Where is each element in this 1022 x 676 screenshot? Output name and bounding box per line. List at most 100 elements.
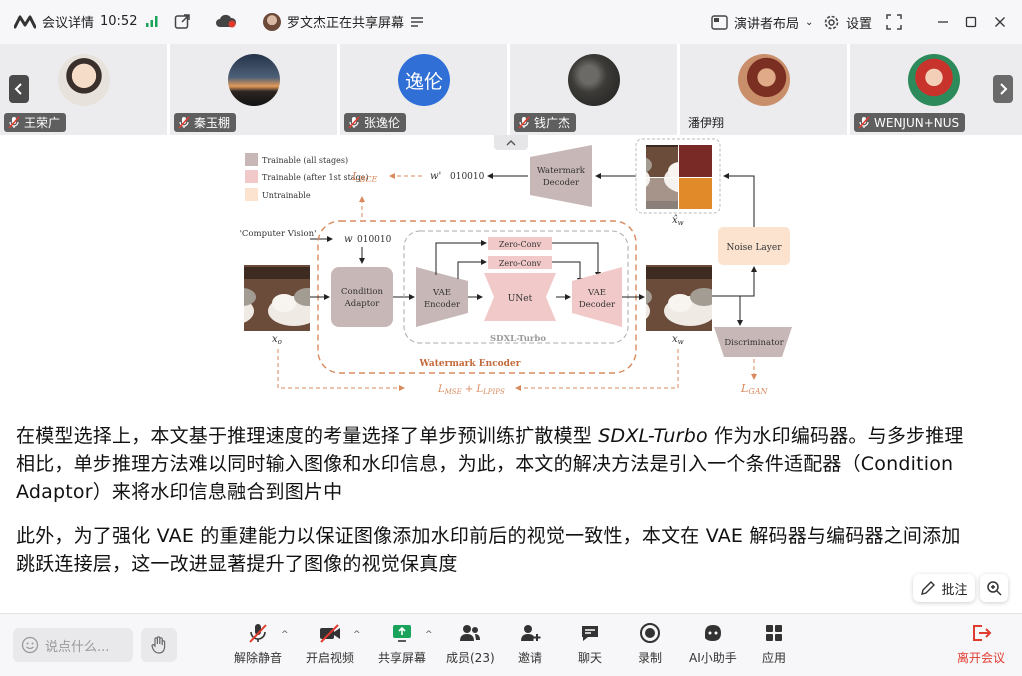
participant-tile[interactable]: 潘伊翔 [680,44,847,135]
sharing-status-label: 罗文杰正在共享屏幕 [287,16,405,31]
mic-muted-icon [249,624,267,643]
participant-tile[interactable]: 钱广杰 [510,44,677,135]
participant-strip: 王荣广 秦玉棚 逸伦 张逸伦 钱广杰 潘伊翔 WENJUN+NUS [0,44,1022,135]
layout-dropdown[interactable]: 演讲者布局 ⌄ [711,13,813,32]
start-video-button[interactable]: 开启视频 [306,620,354,666]
ai-assistant-icon [704,625,721,641]
legend-swatch-trainable-all [245,153,258,166]
participant-name: 王荣广 [24,116,61,130]
leave-meeting-label: 离开会议 [957,651,1006,665]
members-icon [460,625,481,641]
participant-name: WENJUN+NUS [874,115,960,130]
close-icon[interactable] [988,10,1012,34]
apps-label: 应用 [761,651,786,665]
members-button[interactable]: 成员(23) [446,620,495,666]
chevron-down-icon: ⌄ [805,17,814,28]
zoom-button[interactable] [980,574,1008,602]
watermark-decoder-block [530,145,592,207]
vae-encoder-label-2: Encoder [424,300,461,310]
avatar [738,54,790,106]
meeting-details-button[interactable]: 会议详情 [14,12,94,31]
bottom-toolbar: 说点什么... 解除静音 ^ 开启视频 ^ 共享屏幕 ^ 成员(23) 邀请 聊… [0,613,1022,676]
chevron-left-icon [14,83,22,95]
w-prime-label: w' [430,171,441,182]
participant-tile[interactable]: 逸伦 张逸伦 [340,44,507,135]
participant-nametag: 张逸伦 [344,113,407,132]
settings-button[interactable]: 设置 [823,13,872,32]
chevron-right-icon [1000,83,1008,95]
vae-decoder-label-1: VAE [587,288,606,298]
start-video-label: 开启视频 [306,651,355,665]
participant-name: 潘伊翔 [688,116,725,130]
unmute-button[interactable]: 解除静音 [234,620,282,666]
x-hat-w-label: x̂w [672,215,684,227]
chat-button[interactable]: 聊天 [577,620,603,666]
paragraph-1-line-1: 在模型选择上，本文基于推理速度的考量选择了单步预训练扩散模型 SDXL-Turb… [16,422,964,450]
watermark-encoder-label: Watermark Encoder [419,359,521,369]
camera-off-icon [320,624,340,643]
mic-muted-icon [178,116,190,129]
avatar-text: 逸伦 [404,70,443,93]
minimize-icon[interactable] [931,10,955,34]
emoji-icon [21,636,39,654]
ai-assistant-button[interactable]: AI小助手 [689,620,737,666]
participant-name: 秦玉棚 [194,116,231,130]
chevron-up-icon[interactable]: ^ [425,630,433,640]
participant-nametag: WENJUN+NUS [854,113,966,132]
chat-input[interactable]: 说点什么... [13,628,133,662]
participant-tile[interactable]: 秦玉棚 [170,44,337,135]
emphasis-text: SDXL-Turbo [598,425,708,447]
maximize-icon[interactable] [959,10,983,34]
noised-image [679,178,712,209]
legend-swatch-untrainable [245,188,258,201]
zero-conv-label: Zero-Conv [499,259,542,268]
shared-screen: Trainable (all stages) Trainable (after … [0,135,1022,613]
avatar [908,54,960,106]
paragraph-1: 在模型选择上，本文基于推理速度的考量选择了单步预训练扩散模型 SDXL-Turb… [16,422,964,506]
share-screen-button[interactable]: 共享屏幕 [378,620,426,666]
scroll-right-button[interactable] [993,75,1013,103]
chevron-up-icon[interactable]: ^ [353,630,361,640]
paragraph-2-line-1: 此外，为了强化 VAE 的重建能力以保证图像添加水印前后的视觉一致性，本文在 V… [16,525,961,547]
scroll-left-button[interactable] [9,75,29,103]
layout-icon [711,15,728,30]
members-label: 成员(23) [446,651,495,665]
signal-icon[interactable] [145,14,159,28]
chat-icon [582,626,598,641]
w-label: w [344,234,353,245]
raise-hand-button[interactable] [141,628,177,662]
legend-trainable-all: Trainable (all stages) [262,156,348,165]
noise-layer-label: Noise Layer [726,243,782,253]
pen-icon [921,581,936,595]
vae-encoder-label-1: VAE [432,288,451,298]
tencent-meeting-logo-icon [14,15,36,28]
share-screen-icon [393,625,411,642]
ai-assistant-label: AI小助手 [689,651,737,665]
settings-label: 设置 [846,17,873,32]
vae-decoder-label-2: Decoder [579,300,616,310]
sharing-status[interactable]: 罗文杰正在共享屏幕 [263,12,424,31]
figure-legend: Trainable (all stages) Trainable (after … [245,153,369,201]
share-link-icon[interactable] [174,13,191,30]
leave-meeting-button[interactable]: 离开会议 [957,620,1005,666]
noised-image [646,145,678,177]
fullscreen-icon[interactable] [886,14,902,30]
invite-button[interactable]: 邀请 [517,620,543,666]
participant-nametag: 潘伊翔 [684,113,730,132]
condition-adaptor-block [331,267,393,327]
mic-muted-icon [518,116,530,129]
participant-nametag: 钱广杰 [514,113,577,132]
chevron-up-icon[interactable]: ^ [281,630,289,640]
apps-button[interactable]: 应用 [761,620,787,666]
input-image-xo [244,265,310,331]
annotate-button[interactable]: 批注 [913,574,975,602]
noised-image [646,178,678,209]
cloud-record-icon[interactable] [215,13,237,29]
record-button[interactable]: 录制 [637,620,663,666]
paragraph-2: 此外，为了强化 VAE 的重建能力以保证图像添加水印前后的视觉一致性，本文在 V… [16,522,961,578]
annotate-label: 批注 [941,582,968,598]
participant-nametag: 王荣广 [4,113,67,132]
avatar [228,54,280,106]
share-screen-label: 共享屏幕 [378,651,427,665]
sdxl-turbo-label: SDXL-Turbo [490,334,546,344]
